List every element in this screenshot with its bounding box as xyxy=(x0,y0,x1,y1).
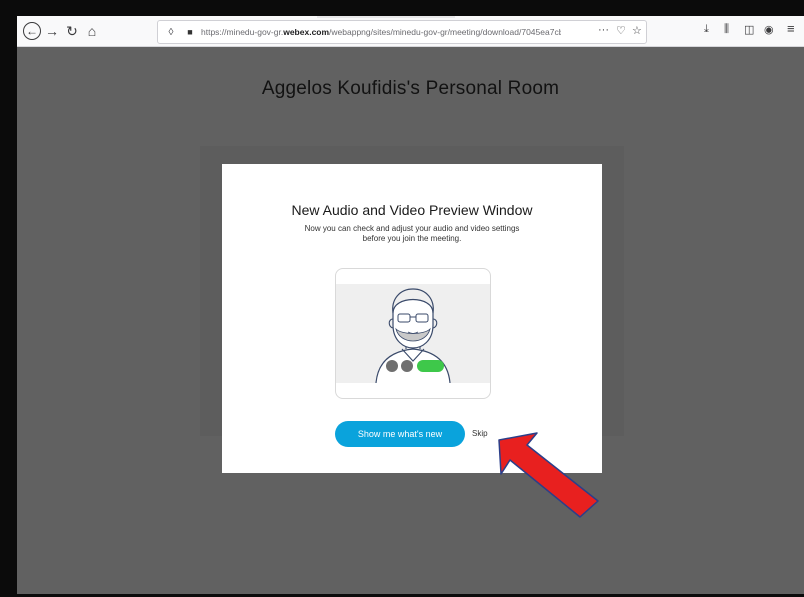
red-arrow-annotation xyxy=(498,432,599,518)
